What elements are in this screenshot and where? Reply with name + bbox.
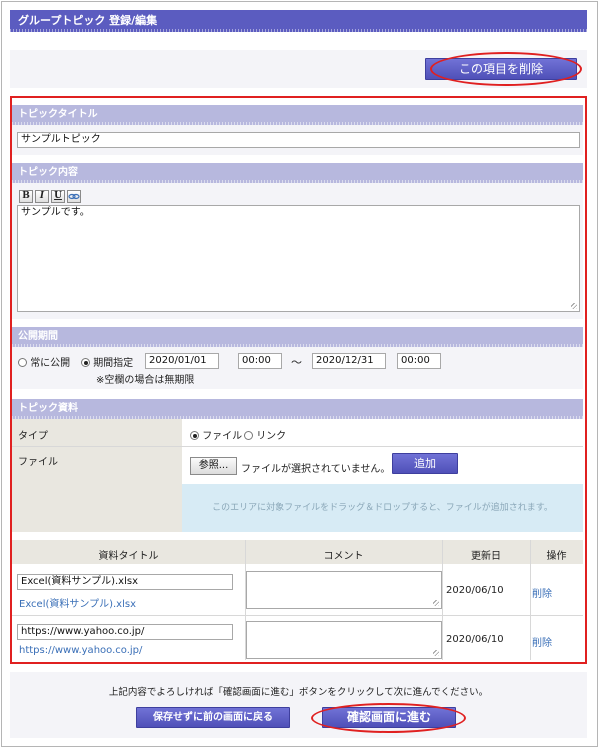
- title-stripe: [10, 29, 587, 32]
- radio-type-file[interactable]: ファイル: [190, 427, 242, 442]
- footer-bar: [10, 672, 587, 738]
- underline-button[interactable]: U: [51, 190, 65, 203]
- page-title: グループトピック 登録/編集: [10, 10, 587, 32]
- topic-title-heading: トピックタイトル: [18, 109, 98, 120]
- row1-comment-textarea[interactable]: [246, 571, 442, 609]
- publish-period-header: 公開期間: [12, 327, 583, 347]
- resize-handle-icon[interactable]: [433, 650, 439, 656]
- topic-content-heading: トピック内容: [18, 167, 78, 178]
- row-divider: [12, 615, 583, 616]
- topic-content-header: トピック内容: [12, 163, 583, 183]
- row2-url-link[interactable]: https://www.yahoo.co.jp/: [19, 645, 142, 656]
- type-link-label: リンク: [256, 431, 287, 442]
- specified-period-label: 期間指定: [93, 358, 134, 369]
- radio-link-icon[interactable]: [244, 431, 253, 440]
- file-label: ファイル: [18, 457, 58, 468]
- col-divider: [530, 540, 531, 660]
- period-separator: 〜: [291, 356, 302, 369]
- browse-button[interactable]: 参照...: [190, 457, 237, 475]
- start-time-input[interactable]: 00:00: [238, 353, 282, 369]
- col-comment: コメント: [323, 551, 364, 562]
- page-title-text: グループトピック 登録/編集: [18, 14, 158, 27]
- radio-always-icon[interactable]: [18, 358, 27, 367]
- topic-title-input[interactable]: サンプルトピック: [17, 132, 580, 148]
- col-action: 操作: [546, 551, 567, 562]
- delete-item-button[interactable]: この項目を削除: [425, 58, 577, 80]
- radio-specified-icon[interactable]: [81, 358, 90, 367]
- type-file-label: ファイル: [202, 431, 243, 442]
- divider: [12, 446, 583, 447]
- drop-area-text: このエリアに対象ファイルをドラッグ＆ドロップすると、ファイルが追加されます。: [212, 503, 553, 513]
- no-file-text: ファイルが選択されていません。: [241, 464, 391, 475]
- row2-updated: 2020/06/10: [446, 634, 504, 645]
- radio-always-publish[interactable]: 常に公開: [18, 354, 70, 369]
- topic-material-header: トピック資料: [12, 399, 583, 419]
- add-button[interactable]: 追加: [392, 453, 458, 474]
- end-date-input[interactable]: 2020/12/31: [312, 353, 386, 369]
- row2-title-input[interactable]: https://www.yahoo.co.jp/: [17, 624, 233, 640]
- bold-button[interactable]: B: [19, 190, 33, 203]
- row2-delete-link[interactable]: 削除: [532, 634, 552, 649]
- col-divider: [442, 540, 443, 660]
- row2-comment-textarea[interactable]: [246, 621, 442, 659]
- publish-period-heading: 公開期間: [18, 331, 58, 342]
- start-date-input[interactable]: 2020/01/01: [145, 353, 219, 369]
- row1-updated: 2020/06/10: [446, 585, 504, 596]
- resize-handle-icon[interactable]: [433, 600, 439, 606]
- radio-type-link[interactable]: リンク: [244, 427, 286, 442]
- period-note: ※空欄の場合は無期限: [96, 375, 195, 386]
- topic-material-heading: トピック資料: [18, 403, 78, 414]
- radio-file-icon[interactable]: [190, 431, 199, 440]
- confirm-button[interactable]: 確認画面に進む: [322, 707, 456, 728]
- chain-link-icon: [68, 193, 80, 200]
- topic-content-textarea[interactable]: サンプルです。: [17, 205, 580, 312]
- back-button[interactable]: 保存せずに前の画面に戻る: [136, 707, 290, 728]
- end-time-input[interactable]: 00:00: [397, 353, 441, 369]
- type-label: タイプ: [18, 431, 48, 442]
- row1-title-input[interactable]: Excel(資料サンプル).xlsx: [17, 574, 233, 590]
- col-updated: 更新日: [471, 551, 501, 562]
- italic-button[interactable]: I: [35, 190, 49, 203]
- topic-title-header: トピックタイトル: [12, 105, 583, 125]
- resize-handle-icon[interactable]: [571, 303, 577, 309]
- col-title: 資料タイトル: [98, 551, 159, 562]
- radio-specified-period[interactable]: 期間指定: [81, 354, 133, 369]
- row1-delete-link[interactable]: 削除: [532, 585, 552, 600]
- always-publish-label: 常に公開: [30, 358, 71, 369]
- footer-instruction: 上記内容でよろしければ「確認画面に進む」ボタンをクリックして次に進んでください。: [108, 687, 489, 698]
- link-icon[interactable]: [67, 190, 81, 203]
- row1-file-link[interactable]: Excel(資料サンプル).xlsx: [19, 595, 136, 610]
- topic-content-text: サンプルです。: [21, 207, 90, 218]
